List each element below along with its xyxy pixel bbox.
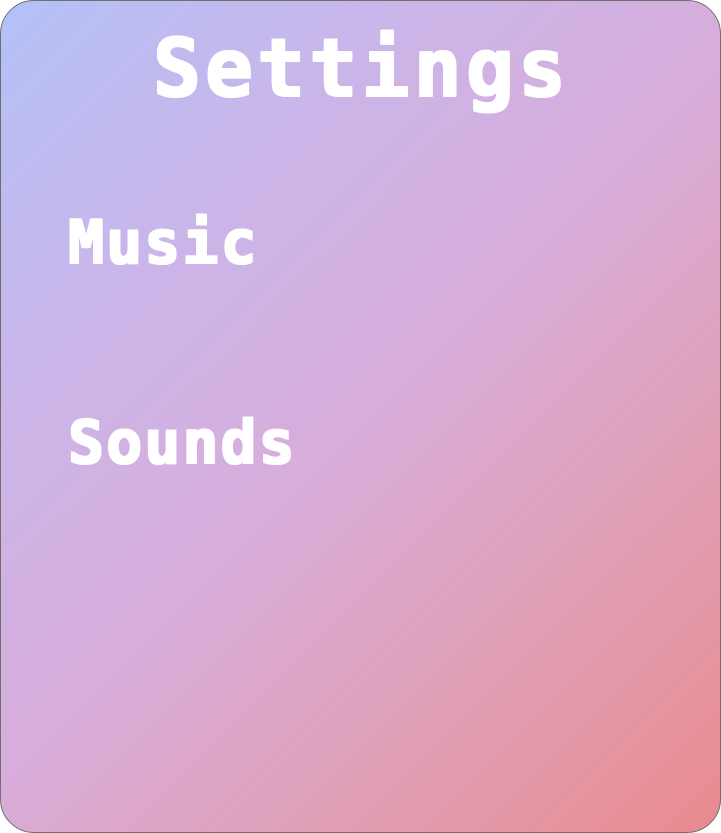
music-option[interactable]: Music	[67, 207, 258, 277]
settings-title: Settings	[151, 21, 570, 114]
settings-panel: Settings Music Sounds	[0, 0, 721, 833]
sounds-option[interactable]: Sounds	[67, 407, 296, 477]
